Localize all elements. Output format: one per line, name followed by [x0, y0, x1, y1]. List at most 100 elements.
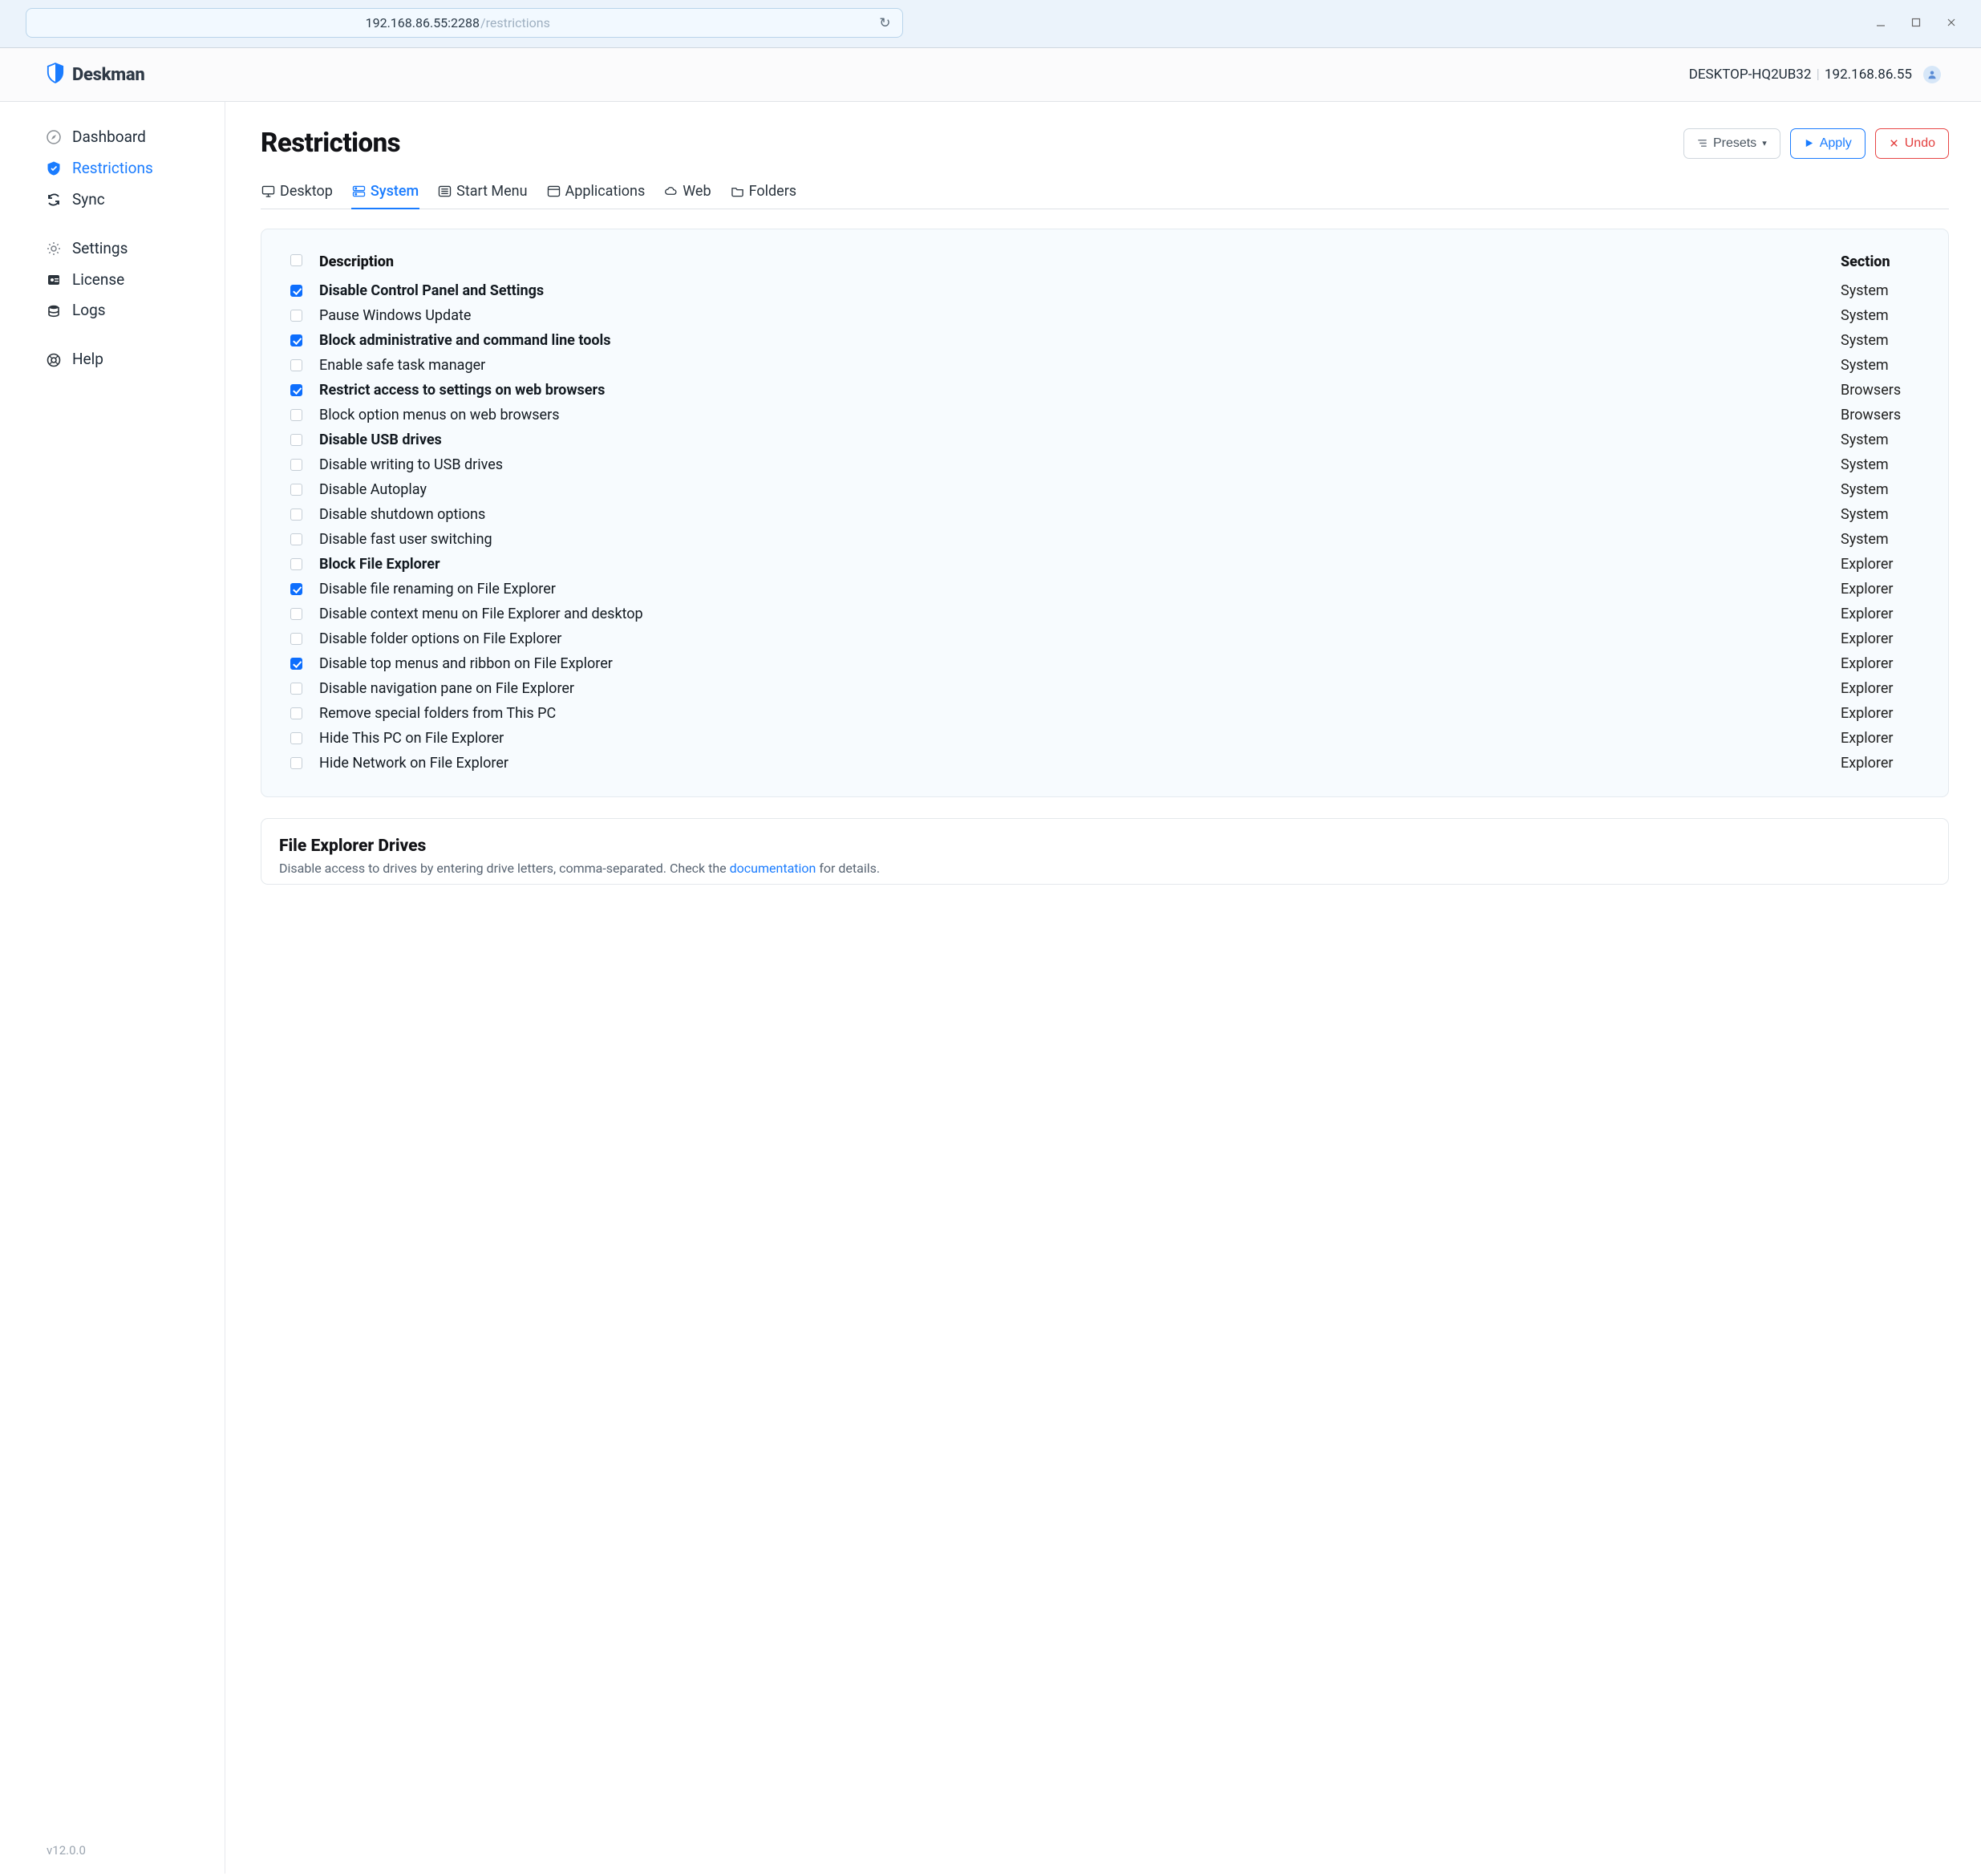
row-section: Explorer [1841, 655, 1921, 672]
col-description: Description [319, 253, 1841, 270]
avatar[interactable] [1923, 66, 1941, 83]
tab-desktop[interactable]: Desktop [261, 177, 334, 209]
checkbox[interactable] [290, 558, 302, 570]
table-row[interactable]: Pause Windows UpdateSystem [290, 303, 1921, 328]
browser-chrome: 192.168.86.55:2288/restrictions ↻ [0, 0, 1981, 48]
sidebar-item-label: Settings [72, 241, 128, 257]
table-row[interactable]: Disable fast user switchingSystem [290, 527, 1921, 552]
sync-icon [47, 192, 61, 207]
table-row[interactable]: Disable context menu on File Explorer an… [290, 602, 1921, 626]
undo-button[interactable]: Undo [1875, 128, 1949, 159]
checkbox[interactable] [290, 658, 302, 670]
sidebar-item-logs[interactable]: Logs [47, 302, 225, 319]
table-row[interactable]: Remove special folders from This PCExplo… [290, 701, 1921, 726]
tab-label: Start Menu [456, 183, 527, 200]
row-description: Disable fast user switching [319, 531, 1841, 548]
row-description: Remove special folders from This PC [319, 705, 1841, 722]
sidebar-item-settings[interactable]: Settings [47, 241, 225, 257]
table-row[interactable]: Block File ExplorerExplorer [290, 552, 1921, 577]
presets-label: Presets [1713, 136, 1756, 151]
checkbox[interactable] [290, 285, 302, 297]
table-row[interactable]: Hide Network on File ExplorerExplorer [290, 751, 1921, 776]
app-header: Deskman DESKTOP-HQ2UB32 | 192.168.86.55 [0, 48, 1981, 102]
reload-icon[interactable]: ↻ [879, 15, 890, 31]
checkbox[interactable] [290, 757, 302, 769]
close-icon[interactable] [1944, 16, 1959, 30]
sidebar-item-license[interactable]: License [47, 272, 225, 289]
table-row[interactable]: Disable Control Panel and SettingsSystem [290, 278, 1921, 303]
checkbox[interactable] [290, 310, 302, 322]
checkbox[interactable] [290, 484, 302, 496]
table-row[interactable]: Block administrative and command line to… [290, 328, 1921, 353]
tab-system[interactable]: System [351, 177, 419, 209]
sidebar-item-help[interactable]: Help [47, 351, 225, 368]
table-row[interactable]: Disable USB drivesSystem [290, 427, 1921, 452]
checkbox[interactable] [290, 608, 302, 620]
host-info: DESKTOP-HQ2UB32 | 192.168.86.55 [1689, 66, 1941, 83]
checkbox[interactable] [290, 533, 302, 545]
sidebar-item-dashboard[interactable]: Dashboard [47, 129, 225, 146]
checkbox[interactable] [290, 384, 302, 396]
checkbox[interactable] [290, 683, 302, 695]
database-icon [47, 304, 61, 318]
sidebar-item-label: Help [72, 351, 103, 368]
documentation-link[interactable]: documentation [730, 861, 816, 876]
table-row[interactable]: Disable writing to USB drivesSystem [290, 452, 1921, 477]
checkbox[interactable] [290, 707, 302, 719]
table-row[interactable]: Disable shutdown optionsSystem [290, 502, 1921, 527]
sidebar-item-label: License [72, 272, 124, 289]
col-section: Section [1841, 253, 1921, 270]
address-bar[interactable]: 192.168.86.55:2288/restrictions ↻ [26, 8, 903, 38]
table-row[interactable]: Disable file renaming on File ExplorerEx… [290, 577, 1921, 602]
cloud-icon [664, 185, 678, 197]
table-row[interactable]: Hide This PC on File ExplorerExplorer [290, 726, 1921, 751]
row-section: System [1841, 506, 1921, 523]
maximize-icon[interactable] [1909, 16, 1923, 30]
checkbox[interactable] [290, 434, 302, 446]
row-section: Browsers [1841, 382, 1921, 399]
play-icon [1804, 138, 1814, 148]
row-description: Enable safe task manager [319, 357, 1841, 374]
tab-label: Applications [565, 183, 646, 200]
sidebar-item-label: Dashboard [72, 129, 146, 146]
menu-icon [438, 185, 452, 197]
row-description: Disable top menus and ribbon on File Exp… [319, 655, 1841, 672]
row-section: System [1841, 481, 1921, 498]
presets-button[interactable]: Presets ▾ [1683, 128, 1780, 159]
checkbox-all[interactable] [290, 254, 302, 266]
checkbox[interactable] [290, 334, 302, 346]
tab-folders[interactable]: Folders [730, 177, 798, 209]
table-row[interactable]: Disable navigation pane on File Explorer… [290, 676, 1921, 701]
drives-card: File Explorer Drives Disable access to d… [261, 818, 1949, 885]
checkbox[interactable] [290, 732, 302, 744]
row-section: Explorer [1841, 730, 1921, 747]
table-row[interactable]: Disable top menus and ribbon on File Exp… [290, 651, 1921, 676]
checkbox[interactable] [290, 583, 302, 595]
table-row[interactable]: Disable AutoplaySystem [290, 477, 1921, 502]
table-row[interactable]: Disable folder options on File ExplorerE… [290, 626, 1921, 651]
tab-start-menu[interactable]: Start Menu [437, 177, 528, 209]
tab-label: System [371, 183, 419, 200]
brand[interactable]: Deskman [47, 63, 144, 87]
minimize-icon[interactable] [1874, 16, 1888, 30]
checkbox[interactable] [290, 509, 302, 521]
gear-icon [47, 241, 61, 256]
row-description: Disable folder options on File Explorer [319, 630, 1841, 647]
tab-applications[interactable]: Applications [546, 177, 646, 209]
checkbox[interactable] [290, 409, 302, 421]
table-row[interactable]: Block option menus on web browsersBrowse… [290, 403, 1921, 427]
x-icon [1889, 138, 1899, 148]
table-row[interactable]: Enable safe task managerSystem [290, 353, 1921, 378]
url-path: /restrictions [480, 15, 550, 30]
checkbox[interactable] [290, 633, 302, 645]
apply-button[interactable]: Apply [1790, 128, 1866, 159]
row-section: System [1841, 307, 1921, 324]
table-row[interactable]: Restrict access to settings on web brows… [290, 378, 1921, 403]
sidebar-item-restrictions[interactable]: Restrictions [47, 160, 225, 177]
version-label: v12.0.0 [47, 1843, 225, 1858]
shield-icon [47, 63, 64, 87]
checkbox[interactable] [290, 459, 302, 471]
checkbox[interactable] [290, 359, 302, 371]
tab-web[interactable]: Web [663, 177, 711, 209]
sidebar-item-sync[interactable]: Sync [47, 192, 225, 209]
